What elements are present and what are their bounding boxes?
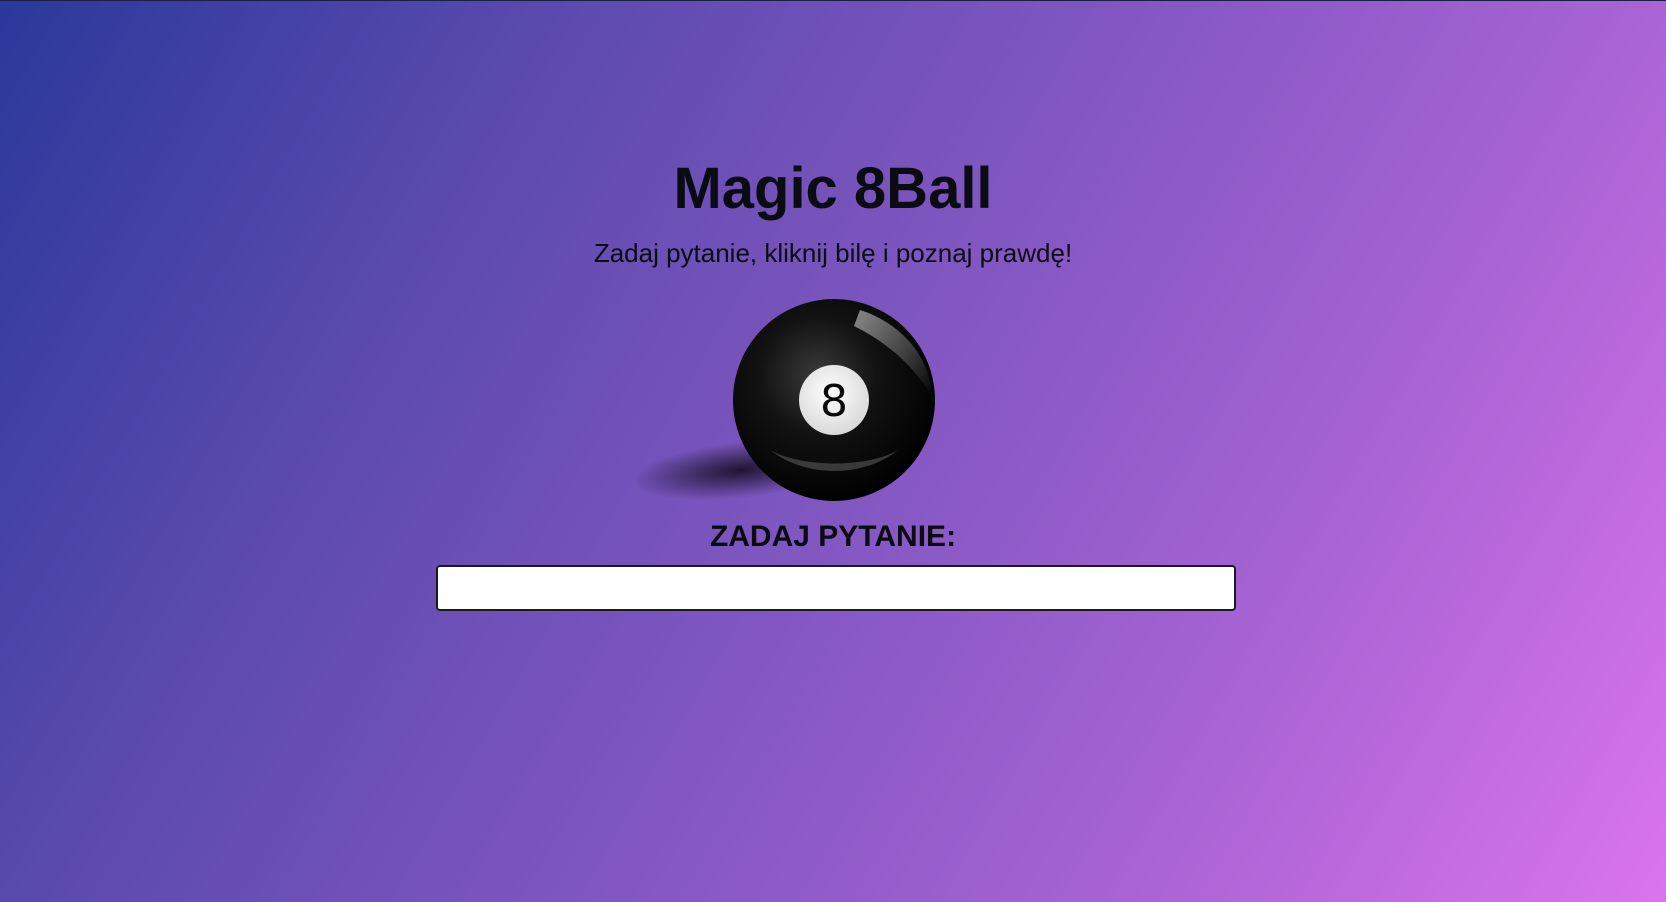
magic-8-ball-button[interactable]: 8 — [636, 292, 956, 514]
top-border — [0, 0, 1666, 1]
page-subtitle: Zadaj pytanie, kliknij bilę i poznaj pra… — [593, 238, 1073, 268]
question-label: ZADAJ PYTANIE: — [709, 520, 957, 553]
question-input[interactable] — [436, 565, 1236, 611]
ball-number: 8 — [820, 376, 848, 427]
magic-8-ball-icon: 8 — [636, 299, 935, 501]
page-title: Magic 8Ball — [673, 156, 993, 221]
